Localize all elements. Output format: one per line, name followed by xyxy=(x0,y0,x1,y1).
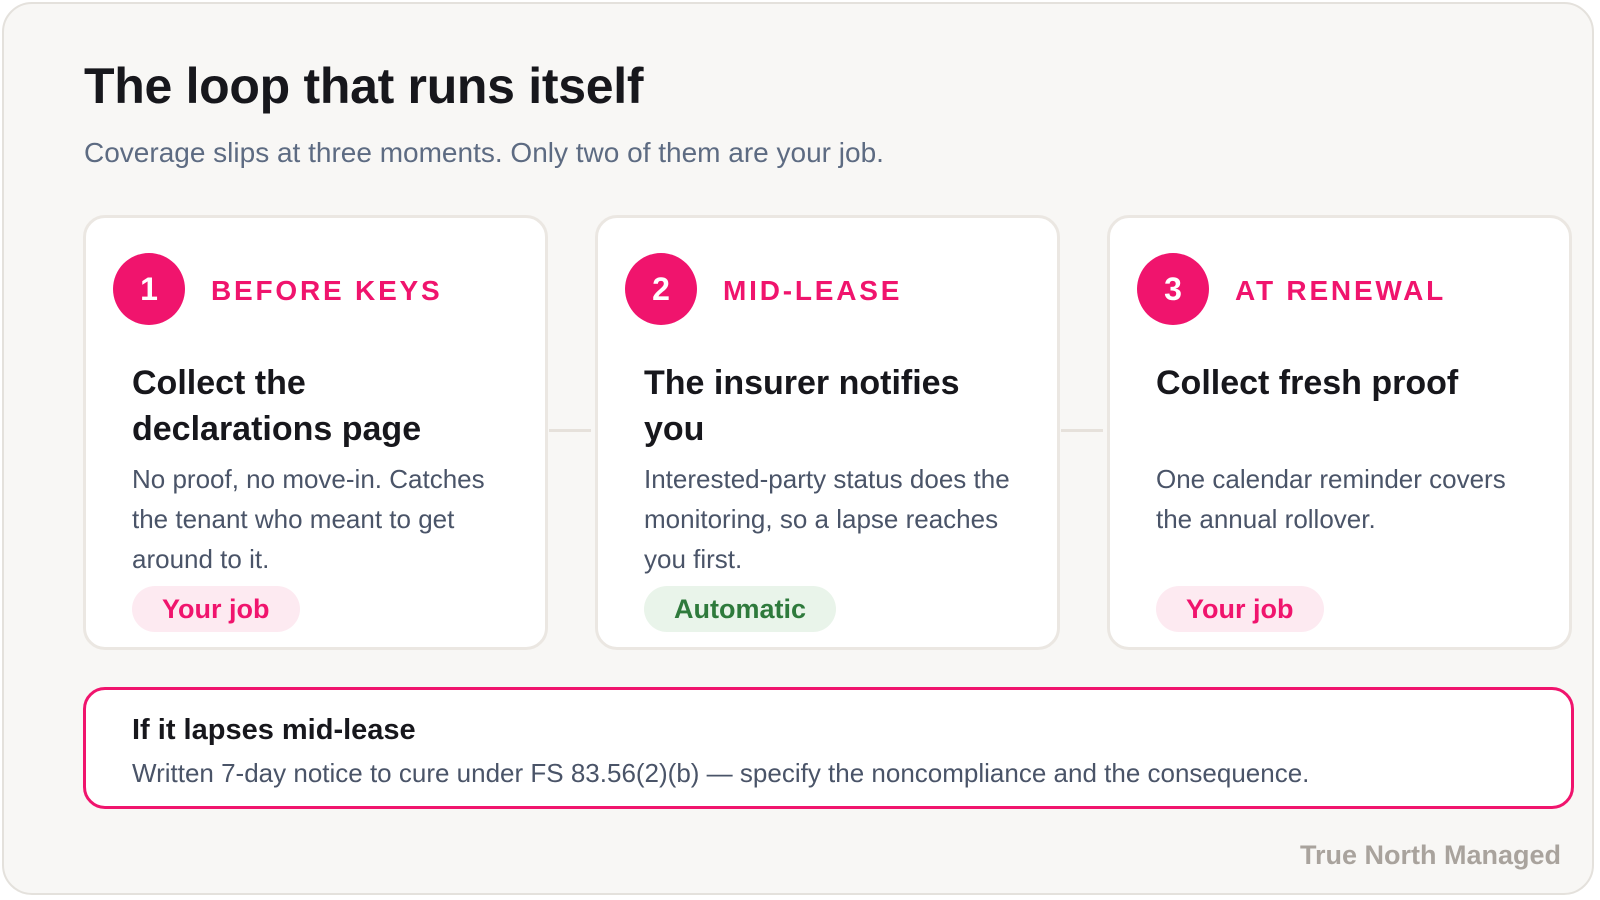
step-number-badge: 2 xyxy=(625,253,697,325)
step-title: Collect fresh proof xyxy=(1156,364,1459,402)
callout-body: Written 7-day notice to cure under FS 83… xyxy=(132,758,1310,788)
automatic-tag: Automatic xyxy=(644,586,837,632)
slide-frame: The loop that runs itself Coverage slips… xyxy=(2,2,1594,895)
page-subtitle: Coverage slips at three moments. Only tw… xyxy=(84,137,884,168)
step-kicker: MID-LEASE xyxy=(723,275,903,306)
step-card-at-renewal: 3 AT RENEWAL Collect fresh proof One cal… xyxy=(1107,215,1572,650)
step-title: The insurer notifies you xyxy=(644,364,960,448)
step-card-before-keys: 1 BEFORE KEYS Collect the declarations p… xyxy=(83,215,548,650)
step-description: Interested-party status does the monitor… xyxy=(644,464,1010,574)
step-number-badge: 3 xyxy=(1137,253,1209,325)
step-kicker: AT RENEWAL xyxy=(1235,275,1447,306)
brand-wordmark: True North Managed xyxy=(1299,840,1561,870)
step-description: One calendar reminder covers the annual … xyxy=(1156,464,1506,534)
step-kicker: BEFORE KEYS xyxy=(211,275,443,306)
step-title: Collect the declarations page xyxy=(132,364,422,448)
step-number-badge: 1 xyxy=(113,253,185,325)
step-connector-line xyxy=(549,429,591,432)
your-job-tag: Your job xyxy=(132,586,300,632)
page-title: The loop that runs itself xyxy=(84,58,644,114)
lapse-callout: If it lapses mid-lease Written 7-day not… xyxy=(83,687,1574,809)
your-job-tag: Your job xyxy=(1156,586,1324,632)
callout-title: If it lapses mid-lease xyxy=(132,714,416,746)
steps-row: 1 BEFORE KEYS Collect the declarations p… xyxy=(83,215,1573,650)
step-connector-line xyxy=(1061,429,1103,432)
step-description: No proof, no move-in. Catches the tenant… xyxy=(132,464,485,574)
step-card-mid-lease: 2 MID-LEASE The insurer notifies you Int… xyxy=(595,215,1060,650)
